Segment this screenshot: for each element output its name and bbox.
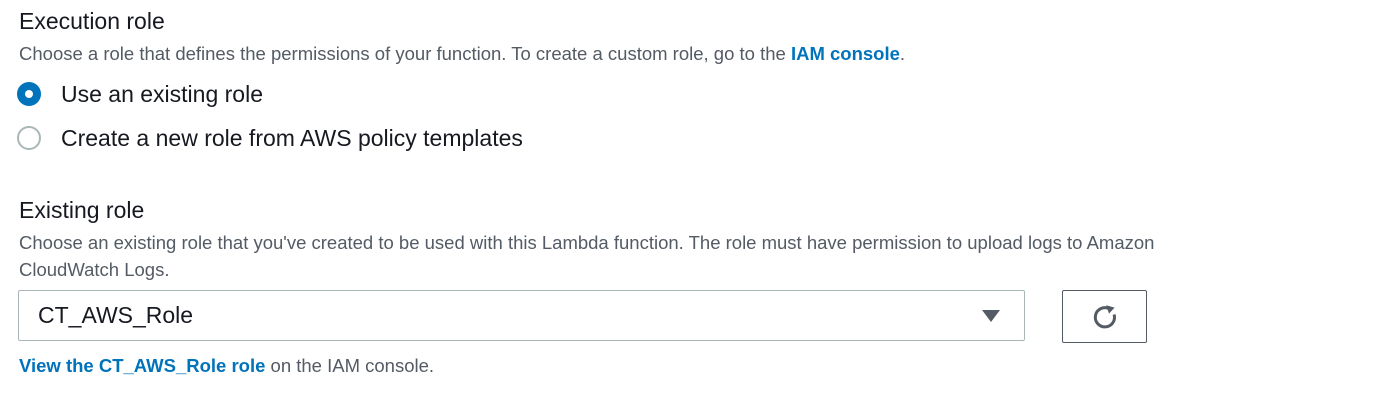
execution-role-title: Execution role (19, 8, 165, 34)
refresh-icon (1093, 304, 1116, 328)
view-role-link[interactable]: View the CT_AWS_Role role (19, 355, 265, 376)
radio-use-existing-role-label[interactable]: Use an existing role (61, 79, 263, 109)
execution-role-description: Choose a role that defines the permissio… (19, 40, 905, 67)
existing-role-description-line2: CloudWatch Logs. (19, 259, 170, 280)
execution-role-description-end: . (899, 43, 906, 64)
existing-role-select[interactable]: CT_AWS_Role (18, 290, 1025, 341)
iam-console-link[interactable]: IAM console (791, 43, 900, 64)
caret-down-icon (982, 310, 1000, 322)
radio-create-new-role[interactable]: Create a new role from AWS policy templa… (17, 123, 523, 153)
existing-role-description-line1: Choose an existing role that you've crea… (19, 232, 1155, 253)
radio-unselected-icon[interactable] (17, 126, 41, 150)
refresh-roles-button[interactable] (1062, 290, 1147, 343)
radio-create-new-role-label[interactable]: Create a new role from AWS policy templa… (61, 123, 523, 153)
view-role-suffix: on the IAM console. (265, 355, 435, 376)
view-role-line: View the CT_AWS_Role role on the IAM con… (19, 352, 434, 379)
existing-role-select-value: CT_AWS_Role (38, 302, 194, 328)
radio-selected-icon[interactable] (17, 82, 41, 106)
execution-role-description-text: Choose a role that defines the permissio… (19, 43, 791, 64)
existing-role-title: Existing role (19, 197, 145, 223)
radio-use-existing-role[interactable]: Use an existing role (17, 79, 263, 109)
